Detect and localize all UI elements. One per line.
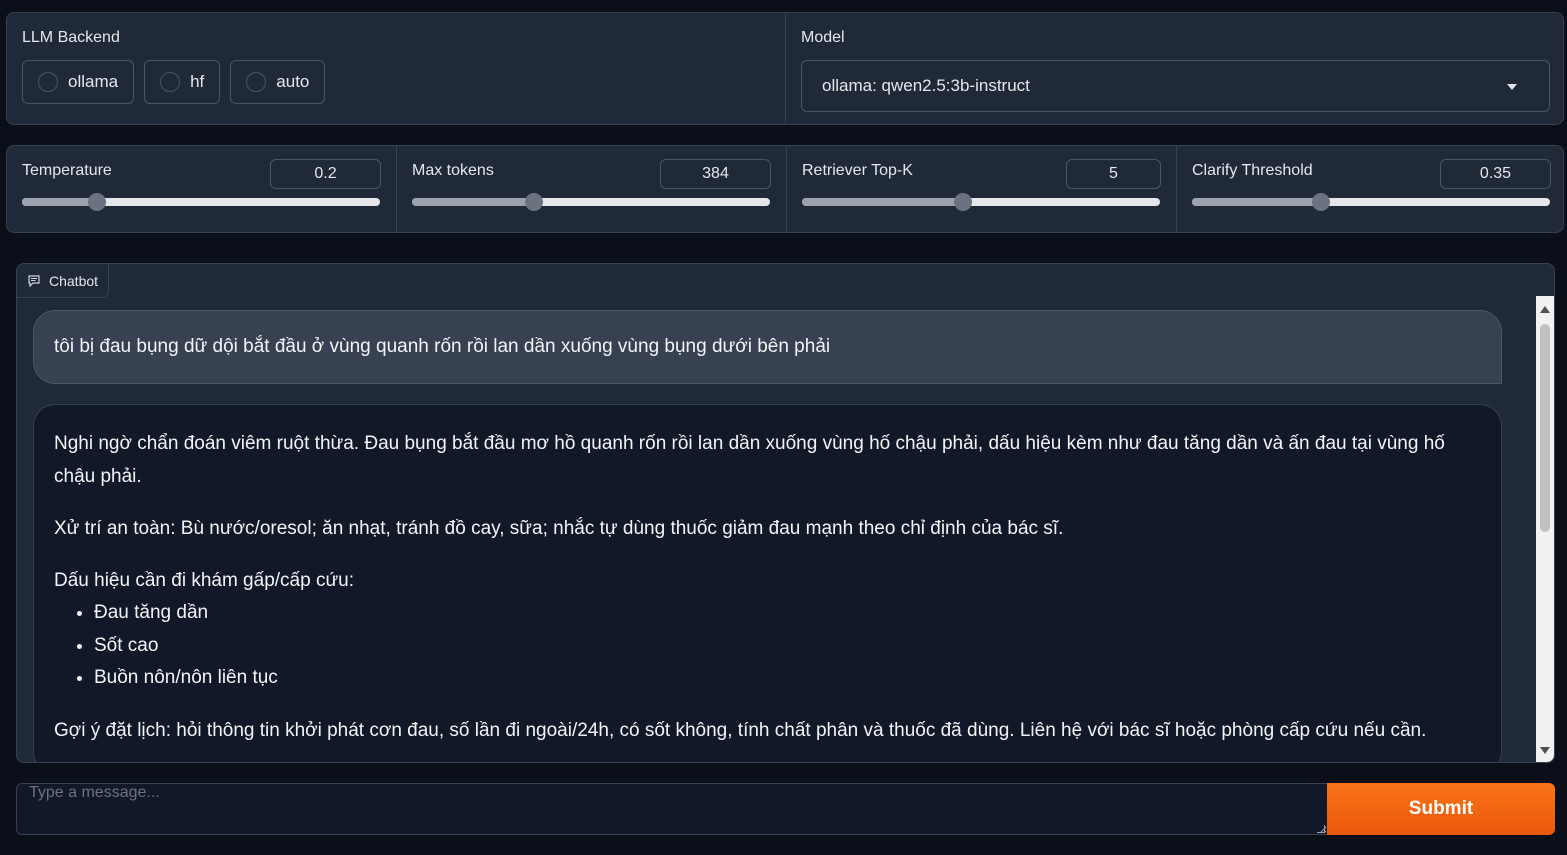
- radio-hf-label: hf: [190, 72, 205, 91]
- slider-fill: [412, 198, 534, 206]
- llm-backend-label: LLM Backend: [22, 29, 120, 46]
- chatbot-panel: Chatbot tôi bị đau bụng dữ dội bắt đầu ở…: [16, 263, 1555, 763]
- chat-scrollbar[interactable]: [1536, 296, 1554, 762]
- slider-thumb[interactable]: [954, 193, 973, 211]
- slider-thumb[interactable]: [524, 193, 543, 211]
- bot-message-safe-handling: Xử trí an toàn: Bù nước/oresol; ăn nhạt,…: [54, 518, 1064, 539]
- temperature-label: Temperature: [22, 162, 112, 179]
- radio-ollama[interactable]: ollama: [22, 60, 135, 104]
- chatbot-tab-label: Chatbot: [49, 272, 99, 289]
- model-dropdown[interactable]: ollama: qwen2.5:3b-instruct: [801, 60, 1550, 112]
- submit-button[interactable]: Submit: [1327, 783, 1555, 835]
- slider-thumb[interactable]: [1311, 193, 1330, 211]
- clarify-threshold-slider[interactable]: [1192, 193, 1550, 211]
- temperature-slider-group: Temperature 0.2: [7, 146, 397, 232]
- list-item: Sốt cao: [94, 630, 1481, 663]
- radio-hf[interactable]: hf: [144, 60, 221, 104]
- bot-message: Nghi ngờ chẩn đoán viêm ruột thừa. Đau b…: [33, 404, 1502, 762]
- message-input[interactable]: [16, 783, 1328, 835]
- slider-fill: [802, 198, 964, 206]
- temperature-number-input[interactable]: 0.2: [270, 159, 381, 189]
- max-tokens-label: Max tokens: [412, 162, 494, 179]
- retriever-topk-slider-group: Retriever Top-K 5: [787, 146, 1177, 232]
- slider-fill: [22, 198, 98, 206]
- radio-circle-icon[interactable]: [246, 72, 267, 92]
- chevron-down-icon[interactable]: [1507, 84, 1517, 90]
- bot-message-diagnosis: Nghi ngờ chẩn đoán viêm ruột thừa. Đau b…: [54, 433, 1445, 487]
- retriever-topk-slider[interactable]: [802, 193, 1160, 211]
- settings-panel: LLM Backend ollama hf auto Model ollama:…: [6, 12, 1564, 125]
- scroll-up-icon[interactable]: [1540, 306, 1550, 313]
- user-message: tôi bị đau bụng dữ dội bắt đầu ở vùng qu…: [33, 310, 1502, 384]
- llm-backend-group: LLM Backend ollama hf auto: [7, 13, 786, 124]
- max-tokens-slider-group: Max tokens 384: [397, 146, 787, 232]
- slider-fill: [1192, 198, 1321, 206]
- retriever-topk-number-input[interactable]: 5: [1066, 159, 1161, 189]
- user-message-text: tôi bị đau bụng dữ dội bắt đầu ở vùng qu…: [54, 336, 831, 357]
- list-item: Buồn nôn/nôn liên tục: [94, 662, 1481, 695]
- clarify-threshold-label: Clarify Threshold: [1192, 162, 1313, 179]
- slider-panel: Temperature 0.2 Max tokens 384 Retriever…: [6, 145, 1564, 233]
- radio-ollama-label: ollama: [68, 72, 119, 91]
- max-tokens-number-input[interactable]: 384: [660, 159, 771, 189]
- temperature-slider[interactable]: [22, 193, 380, 211]
- model-label: Model: [801, 29, 845, 46]
- radio-auto-label: auto: [276, 72, 310, 91]
- retriever-topk-label: Retriever Top-K: [802, 162, 913, 179]
- list-item: Đau tăng dần: [94, 597, 1481, 630]
- model-selected-value: ollama: qwen2.5:3b-instruct: [822, 76, 1030, 95]
- radio-auto[interactable]: auto: [230, 60, 326, 104]
- bot-message-booking-suggestion: Gợi ý đặt lịch: hỏi thông tin khởi phát …: [54, 719, 1427, 741]
- slider-thumb[interactable]: [88, 193, 107, 211]
- chatbot-tab: Chatbot: [17, 264, 110, 298]
- scroll-down-icon[interactable]: [1540, 747, 1550, 754]
- max-tokens-slider[interactable]: [412, 193, 770, 211]
- clarify-threshold-number-input[interactable]: 0.35: [1440, 159, 1551, 189]
- radio-circle-icon[interactable]: [38, 72, 58, 92]
- llm-backend-radio-group: ollama hf auto: [22, 60, 326, 104]
- bot-message-warning-heading: Dấu hiệu cần đi khám gấp/cấp cứu:: [54, 570, 355, 591]
- model-group: Model ollama: qwen2.5:3b-instruct: [786, 13, 1563, 124]
- warning-signs-list: Đau tăng dần Sốt cao Buồn nôn/nôn liên t…: [94, 597, 1481, 695]
- clarify-threshold-slider-group: Clarify Threshold 0.35: [1177, 146, 1563, 232]
- scrollbar-thumb[interactable]: [1540, 324, 1550, 532]
- resize-handle-icon[interactable]: [1317, 825, 1325, 833]
- chat-bubble-icon: [28, 274, 40, 287]
- radio-circle-icon[interactable]: [160, 72, 181, 92]
